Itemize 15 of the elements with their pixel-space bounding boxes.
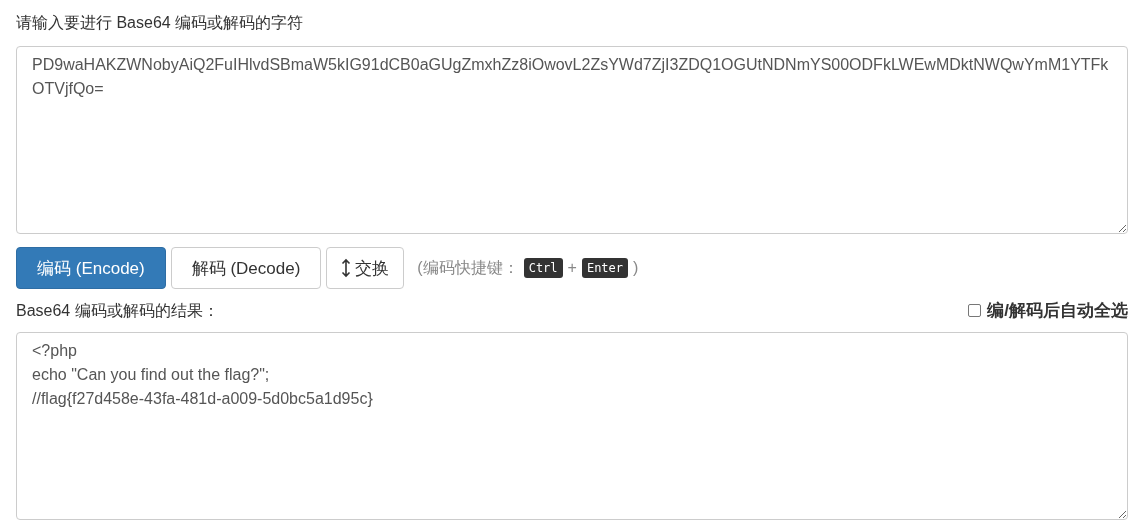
- output-field[interactable]: <?php echo "Can you find out the flag?"; //flag{f27d458e-43fa-481d-a009-5d0bc5a1d95c}: [16, 332, 1128, 520]
- up-down-arrow-icon: [341, 258, 352, 278]
- input-label: 请输入要进行 Base64 编码或解码的字符: [16, 13, 305, 33]
- checkbox-label: 编/解码后自动全选: [987, 300, 1128, 322]
- output-label: Base64 编码或解码的结果：: [16, 300, 219, 321]
- closing-parenthesis: ): [633, 259, 639, 277]
- input-field[interactable]: PD9waHAKZWNobyAiQ2FuIHlvdSBmaW5kIG91dCB0aGUgZmxhZz8iOwovL2ZsYWd7ZjI3ZDQ1OGUtNDNmYS00ODFkLWEwMDktNWQwYmM1YTFkOTVjfQo=: [16, 46, 1128, 234]
- swap-button[interactable]: 交换: [326, 247, 405, 289]
- encode-button[interactable]: 编码 (Encode): [16, 247, 166, 289]
- key-label: Enter: [581, 258, 629, 278]
- checkbox[interactable]: [968, 304, 982, 317]
- key-label: Ctrl: [523, 258, 563, 278]
- plus-sign: +: [567, 259, 577, 277]
- shortcut-hint: (编码快捷键：: [417, 257, 519, 278]
- decode-button[interactable]: 解码 (Decode): [170, 247, 322, 289]
